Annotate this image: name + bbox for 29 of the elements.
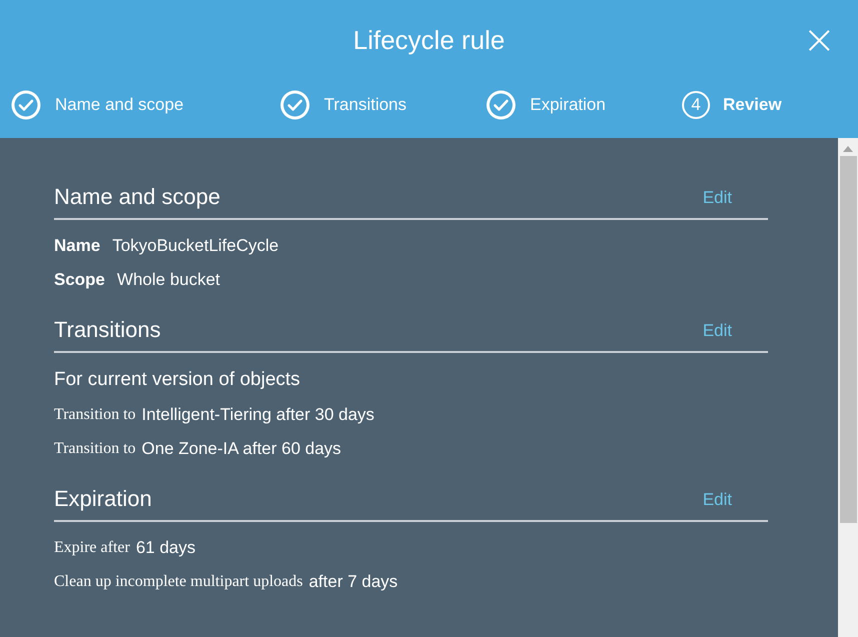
field-label: Expire after [54,539,130,557]
dialog-title: Lifecycle rule [353,24,505,56]
field-label: Name [54,236,100,256]
close-button[interactable]: × [802,22,836,58]
step-tab[interactable]: Expiration [530,95,606,115]
section-heading: Expiration [54,486,152,512]
step-tab[interactable]: Review [723,95,782,115]
field-value: Whole bucket [117,270,220,290]
field-label: Scope [54,270,106,290]
field-label: Transition to [54,406,136,424]
field-value: One Zone-IA after 60 days [142,439,342,459]
step-tab[interactable]: Name and scope [55,95,184,115]
section-heading: Name and scope [54,184,220,210]
step-number: 4 [682,91,710,119]
field-value: Intelligent-Tiering after 30 days [142,405,374,425]
step-tab[interactable]: Transitions [324,95,407,115]
scroll-up-icon[interactable] [843,146,853,152]
edit-link[interactable]: Edit [702,490,732,510]
section-heading: Transitions [54,317,161,343]
field-label: Clean up incomplete multipart uploads [54,573,303,591]
field-value: after 7 days [308,572,398,592]
edit-link[interactable]: Edit [702,188,732,208]
field-label: Transition to [54,440,136,458]
field-value: 61 days [136,538,196,558]
scroll-thumb[interactable] [840,156,856,523]
edit-link[interactable]: Edit [702,321,732,341]
subheading: For current version of objects [54,369,300,391]
scrollbar[interactable] [838,138,858,637]
field-value: TokyoBucketLifeCycle [112,236,279,256]
